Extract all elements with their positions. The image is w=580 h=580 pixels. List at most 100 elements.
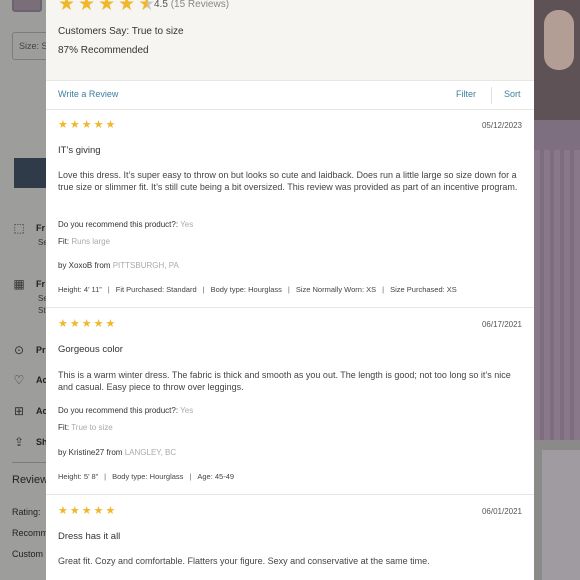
recommend-question-label: Do you recommend this product?: (58, 406, 179, 415)
star-icon: ★ (81, 318, 92, 330)
rating-label: Rating: (12, 507, 41, 517)
gift-icon: ⊞ (13, 404, 25, 418)
fit-info: Fit: True to size (58, 423, 113, 432)
reviewer-name: by Kristine27 from (58, 448, 123, 457)
feature-shipping: ⬚ Fr (12, 218, 45, 238)
product-details-column: Size: S ⬚ Fr Se ▦ Fr Se St ⊙ Pr ♡ Ac ⊞ A… (0, 0, 72, 580)
review-stars: ★ ★ ★ ★ ★ (58, 120, 115, 131)
star-icon: ★ (58, 119, 68, 131)
review-date: 06/01/2021 (481, 507, 522, 516)
stat-size-purchased: Size Purchased: XS (390, 285, 457, 294)
recommend-label: Recomm (12, 528, 49, 538)
star-icon: ★ (93, 119, 104, 131)
feature-promo[interactable]: ⊙ Pr (12, 340, 46, 360)
review-actions-bar: Write a Review Filter Sort (46, 80, 534, 110)
box-icon: ⬚ (13, 221, 25, 235)
star-icon: ★ (118, 0, 136, 15)
star-icon: ★ (69, 318, 80, 330)
reviewer-info: by Kristine27 from LANGLEY, BC (58, 448, 176, 457)
star-icon: ★ (58, 318, 68, 330)
share-icon: ⇪ (13, 435, 25, 449)
reviewer-info: by XoxoB from PITTSBURGH, PA (58, 261, 179, 270)
fit-label: Fit: (58, 237, 70, 246)
average-rating-stars: ★ ★ ★ ★ ★ (58, 0, 155, 14)
reviewer-location: PITTSBURGH, PA (112, 261, 179, 270)
review-title: Gorgeous color (58, 344, 123, 355)
rating-value: 4.5 (154, 0, 168, 10)
review-count: (15 Reviews) (170, 0, 230, 10)
review-body: This is a warm winter dress. The fabric … (58, 370, 511, 392)
reviews-panel: ★ ★ ★ ★ ★ 4.5 (15 Reviews) Customers Say… (46, 0, 534, 580)
store-icon: ▦ (13, 277, 25, 291)
divider (12, 462, 48, 463)
star-icon: ★ (93, 318, 104, 330)
review-body: Love this dress. It’s super easy to thro… (58, 170, 518, 192)
review-date: 05/12/2023 (481, 121, 522, 130)
star-icon: ★ (58, 505, 68, 517)
fit-info: Fit: Runs large (58, 237, 110, 246)
recommend-question-label: Do you recommend this product?: (58, 220, 179, 229)
model-face (544, 10, 574, 70)
stat-body-type: Body type: Hourglass (112, 472, 184, 481)
star-icon: ★ (69, 505, 80, 517)
write-review-link[interactable]: Write a Review (58, 89, 118, 99)
reviewer-stats: Height: 5’ 8” | Body type: Hourglass | Age: … (58, 472, 235, 481)
reviewer-name: by XoxoB from (58, 261, 111, 270)
fit-label: Fit: (58, 423, 70, 432)
stat-size-normally-worn: Size Normally Worn: XS (295, 285, 377, 294)
star-icon: ★ (78, 0, 96, 15)
recommend-question: Do you recommend this product?: Yes (58, 220, 193, 229)
fit-value: Runs large (71, 237, 111, 246)
divider (491, 87, 492, 104)
color-swatch[interactable] (12, 0, 42, 12)
reviews-summary: ★ ★ ★ ★ ★ 4.5 (15 Reviews) Customers Say… (46, 0, 534, 80)
filter-button[interactable]: Filter (456, 89, 476, 99)
star-icon: ★ (98, 0, 116, 15)
sweater-dress (534, 150, 580, 440)
review-title: IT’s giving (58, 145, 101, 156)
recommend-question: Do you recommend this product?: Yes (58, 406, 193, 415)
star-icon: ★ (105, 505, 116, 517)
star-icon: ★ (93, 505, 104, 517)
stat-body-type: Body type: Hourglass (210, 285, 282, 294)
feature-wishlist[interactable]: ♡ Ac (12, 370, 48, 390)
review-item: ★ ★ ★ ★ ★ 06/17/2021 Gorgeous color This… (46, 309, 534, 495)
review-item: ★ ★ ★ ★ ★ 05/12/2023 IT’s giving Love th… (46, 110, 534, 308)
feature-label: Pr (36, 345, 46, 355)
product-image (534, 0, 580, 580)
stat-fit-purchased: Fit Purchased: Standard (115, 285, 197, 294)
feature-label: Fr (36, 223, 45, 233)
customers-say: Customers Say: True to size (58, 26, 184, 37)
stat-age: Age: 45-49 (197, 472, 235, 481)
sort-button[interactable]: Sort (504, 89, 521, 99)
feature-share[interactable]: ⇪ Sh (12, 432, 48, 452)
image-lower-detail (542, 450, 580, 580)
review-body: Great fit. Cozy and comfortable. Flatter… (58, 556, 430, 566)
review-date: 06/17/2021 (481, 320, 522, 329)
reviewer-stats: Height: 4’ 11” | Fit Purchased: Standard | B… (58, 285, 457, 294)
star-icon: ★ (105, 119, 116, 131)
customers-say-label: Customers Say: (58, 26, 130, 37)
stat-height: Height: 5’ 8” (58, 472, 99, 481)
average-rating: 4.5 (15 Reviews) (154, 0, 229, 10)
dots-circle-icon: ⊙ (13, 343, 25, 357)
half-star-icon: ★ (138, 0, 155, 14)
customers-label: Custom (12, 549, 44, 559)
feature-label: Fr (36, 279, 45, 289)
recommend-answer: Yes (180, 406, 194, 415)
recommended-percent: 87% Recommended (58, 45, 149, 56)
star-icon: ★ (81, 505, 92, 517)
feature-registry[interactable]: ⊞ Ac (12, 401, 48, 421)
star-icon: ★ (81, 119, 92, 131)
review-stars: ★ ★ ★ ★ ★ (58, 506, 115, 517)
star-icon: ★ (69, 119, 80, 131)
feature-store-pickup: ▦ Fr (12, 274, 45, 294)
review-item: ★ ★ ★ ★ ★ 06/01/2021 Dress has it all Gr… (46, 496, 534, 580)
reviewer-location: LANGLEY, BC (124, 448, 177, 457)
recommend-answer: Yes (180, 220, 194, 229)
star-icon: ★ (105, 318, 116, 330)
feature-sub: St (38, 306, 46, 315)
reviews-heading: Review (12, 474, 49, 486)
review-title: Dress has it all (58, 531, 121, 542)
heart-icon: ♡ (13, 373, 25, 387)
